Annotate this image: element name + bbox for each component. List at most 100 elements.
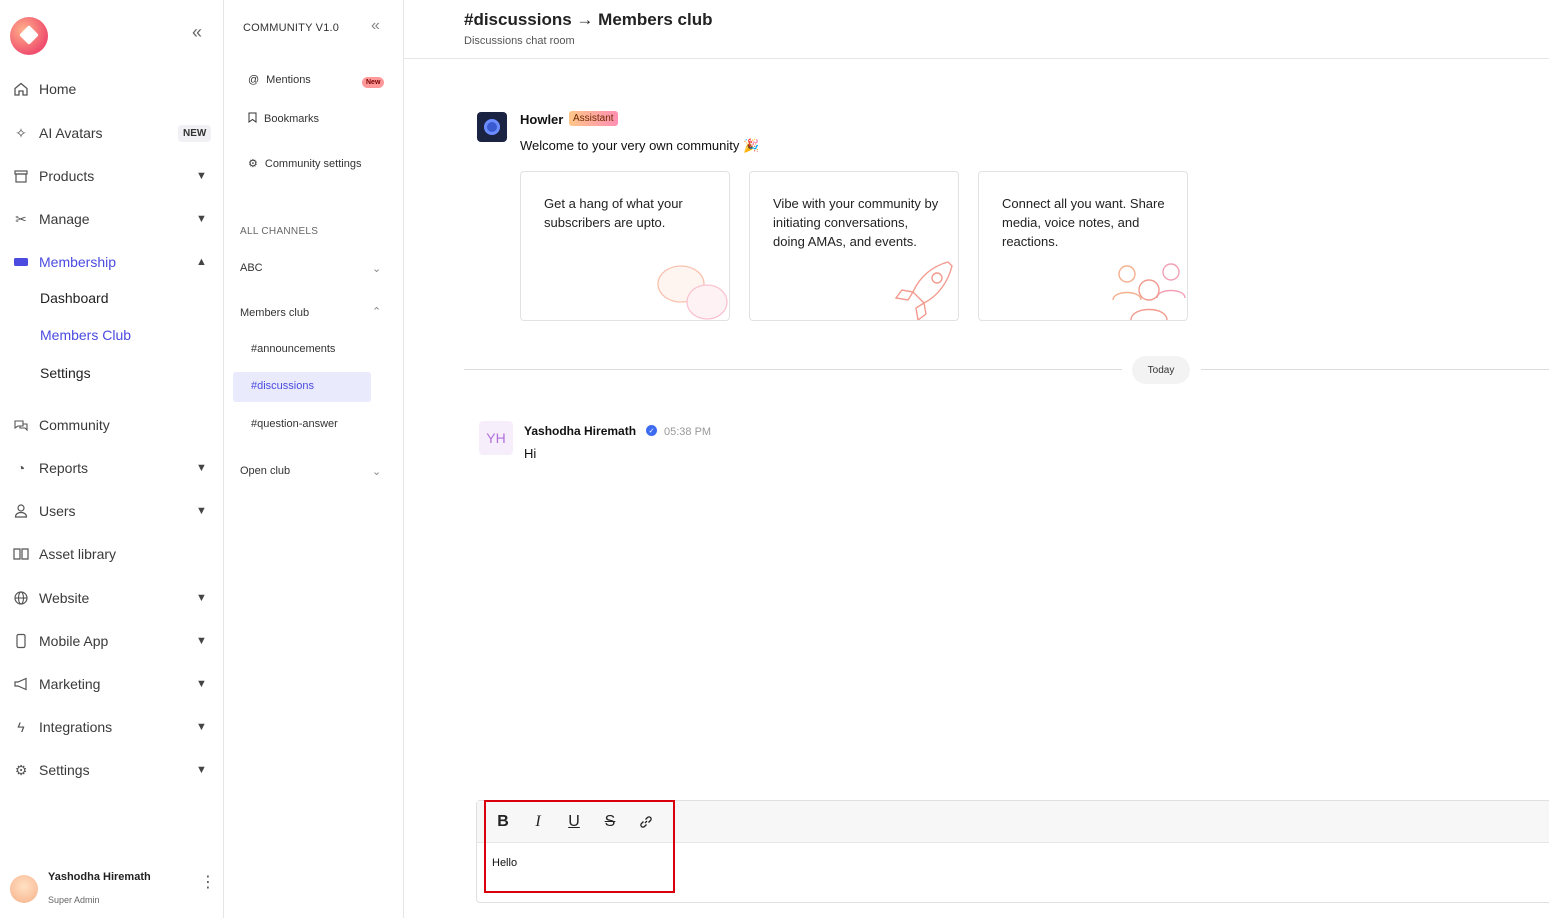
nav-item-membership[interactable]: Membership ▲ <box>0 244 224 280</box>
pie-chart-icon: ◔ <box>16 460 26 476</box>
date-divider-line <box>1201 369 1549 370</box>
chevron-down-icon[interactable]: ▼ <box>196 764 207 776</box>
nav-label: AI Avatars <box>39 125 103 141</box>
avatar <box>10 875 38 903</box>
nav-item-marketing[interactable]: Marketing ▼ <box>0 666 224 702</box>
bot-message: Welcome to your very own community 🎉 <box>520 138 760 153</box>
avatar[interactable]: YH <box>479 421 513 455</box>
nav-item-users[interactable]: Users ▼ <box>0 493 224 529</box>
chevron-down-icon[interactable]: ⌄ <box>372 465 381 478</box>
globe-icon <box>12 589 30 607</box>
chevron-down-icon[interactable]: ▼ <box>196 592 207 604</box>
nav-label: Marketing <box>39 676 101 692</box>
nav-item-website[interactable]: Website ▼ <box>0 580 224 616</box>
community-settings-label: Community settings <box>264 157 362 170</box>
nav-item-integrations[interactable]: ϟ Integrations ▼ <box>0 709 224 745</box>
assistant-badge: Assistant <box>569 111 618 126</box>
bot-name: Howler <box>520 112 564 127</box>
nav-item-home[interactable]: Home <box>0 71 224 107</box>
chevron-down-icon[interactable]: ▼ <box>196 678 207 690</box>
channel-group-open-club[interactable]: Open club <box>240 465 290 477</box>
gear-icon: ⚙ <box>14 761 28 778</box>
sub-item-settings[interactable]: Settings <box>40 365 91 381</box>
message-input[interactable]: Hello <box>492 857 517 869</box>
community-title: COMMUNITY V1.0 <box>243 22 340 34</box>
nav-item-community[interactable]: Community <box>0 407 224 443</box>
nav-label: Home <box>39 81 77 97</box>
nav-item-manage[interactable]: ✂ Manage ▼ <box>0 201 224 237</box>
strikethrough-button[interactable]: S <box>599 811 621 833</box>
bookmarks-item[interactable]: Bookmarks <box>248 112 319 126</box>
chevron-down-icon[interactable]: ▼ <box>196 721 207 733</box>
bold-button[interactable]: B <box>492 811 514 833</box>
message-author[interactable]: Yashodha Hiremath <box>524 424 636 438</box>
gear-icon: ⚙ <box>248 158 258 170</box>
nav-item-ai-avatars[interactable]: ✧ AI Avatars NEW <box>0 115 224 151</box>
chevron-down-icon[interactable]: ▼ <box>196 462 207 474</box>
chevron-down-icon[interactable]: ▼ <box>196 505 207 517</box>
channel-announcements[interactable]: #announcements <box>251 343 335 355</box>
date-divider: Today <box>1132 356 1190 384</box>
bookmarks-label: Bookmarks <box>264 113 320 125</box>
megaphone-icon <box>12 675 30 693</box>
nav-label: Mobile App <box>39 633 109 649</box>
nav-item-products[interactable]: Products ▼ <box>0 158 224 194</box>
all-channels-label: ALL CHANNELS <box>240 226 319 237</box>
bot-avatar <box>477 112 507 142</box>
nav-label: Settings <box>39 762 90 778</box>
new-badge: New <box>362 77 385 88</box>
sub-item-members-club[interactable]: Members Club <box>40 327 131 343</box>
user-role: Super Admin <box>48 895 100 905</box>
channel-question-answer[interactable]: #question-answer <box>251 418 338 430</box>
chevron-down-icon[interactable]: ▼ <box>196 213 207 225</box>
community-settings-item[interactable]: ⚙ Community settings <box>248 157 362 171</box>
community-panel: COMMUNITY V1.0 « @ Mentions New Bookmark… <box>224 0 404 918</box>
nav-label: Asset library <box>39 546 117 562</box>
chevron-up-icon[interactable]: ⌃ <box>372 305 381 318</box>
link-icon[interactable] <box>635 811 657 833</box>
ticket-icon <box>12 253 30 271</box>
italic-button[interactable]: I <box>527 811 549 833</box>
verified-check-icon: ✓ <box>646 425 657 436</box>
channel-group-abc[interactable]: ABC <box>240 262 263 274</box>
chevron-down-icon[interactable]: ⌄ <box>372 262 381 275</box>
mentions-item[interactable]: @ Mentions <box>248 74 311 86</box>
people-icon <box>1112 263 1186 320</box>
double-chevron-left-icon[interactable]: « <box>371 17 380 35</box>
nav-item-asset-library[interactable]: Asset library <box>0 536 224 572</box>
chevron-down-icon[interactable]: ▼ <box>196 635 207 647</box>
app-logo[interactable] <box>10 17 48 55</box>
sub-item-dashboard[interactable]: Dashboard <box>40 290 109 306</box>
message-composer: B I U S Hello <box>476 800 1549 903</box>
tools-icon: ✂ <box>15 210 27 227</box>
nav-label: Users <box>39 503 76 519</box>
nav-label: Manage <box>39 211 90 227</box>
nav-label: Integrations <box>39 719 113 735</box>
phone-icon <box>12 632 30 650</box>
nav-label: Website <box>39 590 90 606</box>
intro-card-text: Get a hang of what your subscribers are … <box>544 196 683 230</box>
intro-card: Connect all you want. Share media, voice… <box>978 171 1188 321</box>
nav-item-mobile-app[interactable]: Mobile App ▼ <box>0 623 224 659</box>
message-time: 05:38 PM <box>664 426 712 438</box>
user-icon <box>12 502 30 520</box>
current-user[interactable]: Yashodha Hiremath Super Admin ⋮ <box>0 860 224 918</box>
intro-card: Get a hang of what your subscribers are … <box>520 171 730 321</box>
chevron-up-icon[interactable]: ▲ <box>196 256 207 268</box>
date-divider-line <box>464 369 1122 370</box>
nav-label: Membership <box>39 254 117 270</box>
underline-button[interactable]: U <box>563 811 585 833</box>
channel-discussions[interactable]: #discussions <box>251 380 314 392</box>
bookmark-icon <box>248 112 257 126</box>
nav-item-settings[interactable]: ⚙ Settings ▼ <box>0 752 224 788</box>
channel-group-members-club[interactable]: Members club <box>240 307 309 319</box>
chevron-down-icon[interactable]: ▼ <box>196 170 207 182</box>
more-vertical-icon[interactable]: ⋮ <box>200 872 216 892</box>
double-chevron-left-icon[interactable]: « <box>192 22 202 43</box>
chat-icon <box>12 416 30 434</box>
user-name: Yashodha Hiremath <box>48 871 151 883</box>
nav-item-reports[interactable]: ◔ Reports ▼ <box>0 450 224 486</box>
mentions-label: Mentions <box>266 74 311 86</box>
at-icon: @ <box>248 74 260 86</box>
box-icon <box>12 167 30 185</box>
